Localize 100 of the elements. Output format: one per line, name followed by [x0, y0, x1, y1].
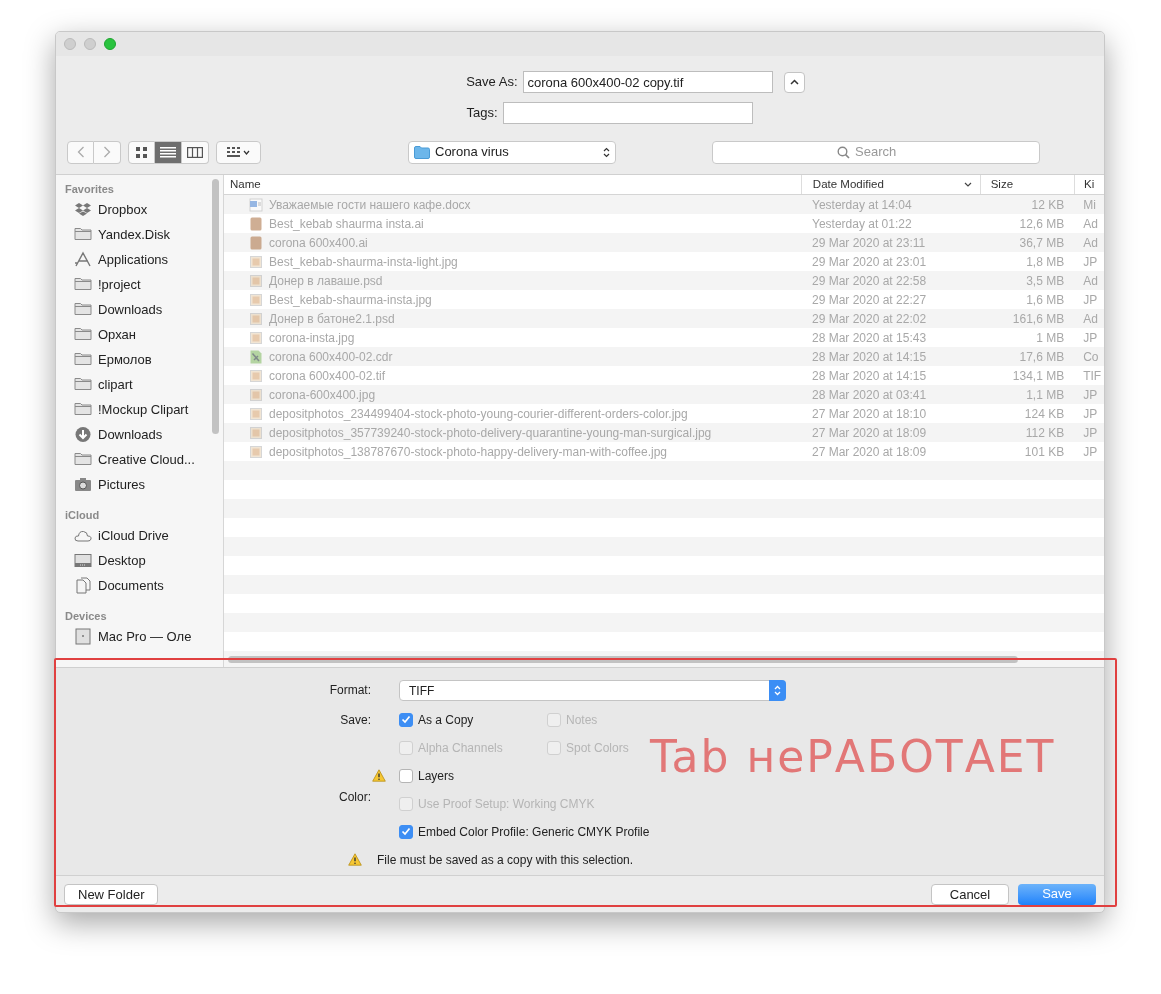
checkbox-label: As a Copy [418, 711, 474, 729]
warning-message: File must be saved as a copy with this selection. [377, 851, 634, 869]
table-cell-text: 12,6 MB [1018, 215, 1066, 233]
table-cell-text: 29 Mar 2020 at 22:27 [811, 291, 928, 309]
view-mode-button[interactable] [182, 140, 209, 164]
sidebar-item[interactable]: Downloads [56, 297, 223, 322]
sidebar-item[interactable]: Mac Pro — Оле [56, 624, 223, 649]
table-cell-text: 17,6 MB [1018, 348, 1066, 366]
view-mode-button[interactable] [128, 140, 155, 164]
download-icon [74, 426, 92, 443]
image-file-icon [249, 330, 263, 345]
checkbox[interactable] [399, 712, 413, 727]
sidebar-item[interactable]: Орхан [56, 322, 223, 347]
collapse-button[interactable] [783, 71, 805, 93]
column-header[interactable]: Date Modified [800, 175, 980, 194]
folder-icon [74, 326, 92, 343]
camera-icon [74, 476, 92, 493]
search-input[interactable]: Search [855, 142, 915, 162]
vector-file-icon [249, 349, 263, 364]
table-cell-text: Ad [1082, 272, 1099, 290]
tags-field[interactable] [502, 102, 753, 124]
icon-view-icon [136, 146, 147, 158]
checkbox-label: Layers [418, 767, 455, 785]
checkbox[interactable] [399, 768, 413, 783]
forward-button[interactable] [94, 140, 121, 164]
table-cell-text: Ad [1082, 215, 1099, 233]
sidebar-item[interactable]: Downloads [56, 422, 223, 447]
save-as-label: Save As: [465, 73, 518, 92]
cancel-button[interactable]: Cancel [931, 883, 1009, 905]
table-cell-text: 28 Mar 2020 at 14:15 [811, 348, 928, 366]
sidebar-item[interactable]: Applications [56, 247, 223, 272]
table-cell-text: 29 Mar 2020 at 22:58 [811, 272, 928, 290]
document-icon [249, 197, 263, 212]
handwritten-annotation: Tab неРАБОТАЕТ [650, 735, 1056, 779]
arrange-button[interactable] [216, 140, 261, 164]
save-as-field[interactable]: corona 600x400-02 copy.tif [522, 71, 773, 93]
back-button[interactable] [67, 140, 94, 164]
checkbox-label: Embed Color Profile: Generic CMYK Profile [418, 823, 650, 841]
table-cell-text: 12 KB [1030, 196, 1066, 214]
sidebar-item[interactable]: Dropbox [56, 197, 223, 222]
sidebar-item[interactable]: Yandex.Disk [56, 222, 223, 247]
sidebar-item[interactable]: Documents [56, 573, 223, 598]
format-dropdown[interactable]: TIFF [399, 680, 786, 701]
applications-icon [74, 251, 92, 268]
table-cell-text: 1 MB [1035, 329, 1066, 347]
sidebar-item[interactable]: !project [56, 272, 223, 297]
folder-icon [74, 401, 92, 418]
table-cell-text: Ad [1082, 310, 1099, 328]
minimize-button[interactable] [84, 38, 96, 50]
stepper-icon [603, 146, 610, 158]
search-icon [837, 145, 850, 159]
sidebar-item[interactable]: Pictures [56, 472, 223, 497]
column-header[interactable]: Name [224, 175, 801, 194]
save-label: Save: [340, 711, 371, 729]
location-label: Corona virus [435, 143, 510, 162]
image-file-icon [249, 406, 263, 421]
folder-icon [74, 301, 92, 318]
zoom-button[interactable] [104, 38, 116, 50]
location-dropdown[interactable]: Corona virus [408, 140, 616, 164]
table-cell-text: 3,5 MB [1025, 272, 1066, 290]
table-cell-text: JP [1082, 291, 1099, 309]
horizontal-scrollbar-thumb[interactable] [228, 656, 1018, 663]
dropbox-icon [74, 201, 92, 218]
image-file-icon [249, 444, 263, 459]
sidebar-item[interactable]: !Mockup Clipart [56, 397, 223, 422]
folder-icon [74, 276, 92, 293]
sidebar-item[interactable]: Desktop [56, 548, 223, 573]
grid-icon [227, 147, 240, 157]
table-cell-text: 112 KB [1024, 424, 1066, 442]
view-mode-button[interactable] [155, 140, 182, 164]
search-field[interactable]: Search [712, 140, 1040, 164]
table-cell-text: JP [1082, 253, 1099, 271]
sidebar-item[interactable]: Creative Cloud... [56, 447, 223, 472]
checkbox[interactable] [399, 824, 413, 839]
image-file-icon [249, 273, 263, 288]
stepper-icon [769, 680, 786, 701]
sidebar-heading: Devices [64, 608, 108, 624]
table-cell-text: JP [1082, 386, 1099, 404]
new-folder-button[interactable]: New Folder [64, 883, 159, 905]
table-cell-text: 1,8 MB [1025, 253, 1066, 271]
sidebar-item[interactable]: clipart [56, 372, 223, 397]
table-cell-text: 27 Mar 2020 at 18:10 [811, 405, 928, 423]
documents-icon [74, 577, 92, 594]
sidebar-item[interactable]: Ермолов [56, 347, 223, 372]
table-cell-text: JP [1082, 424, 1099, 442]
table-cell-text: 29 Mar 2020 at 23:01 [811, 253, 928, 271]
column-header[interactable]: Size [979, 175, 1075, 194]
computer-icon [74, 628, 92, 645]
column-header[interactable]: Ki [1074, 175, 1104, 194]
table-cell-text: JP [1082, 443, 1099, 461]
sidebar-item[interactable]: iCloud Drive [56, 523, 223, 548]
close-button[interactable] [64, 38, 76, 50]
image-file-icon [249, 311, 263, 326]
table-cell-text: TIF [1082, 367, 1103, 385]
scrollbar-thumb[interactable] [212, 179, 219, 434]
sidebar-heading: Favorites [64, 181, 115, 197]
tags-label: Tags: [465, 104, 498, 123]
table-cell-text: Yesterday at 01:22 [811, 215, 913, 233]
table-cell-text: Ad [1082, 234, 1099, 252]
folder-icon [414, 145, 430, 159]
